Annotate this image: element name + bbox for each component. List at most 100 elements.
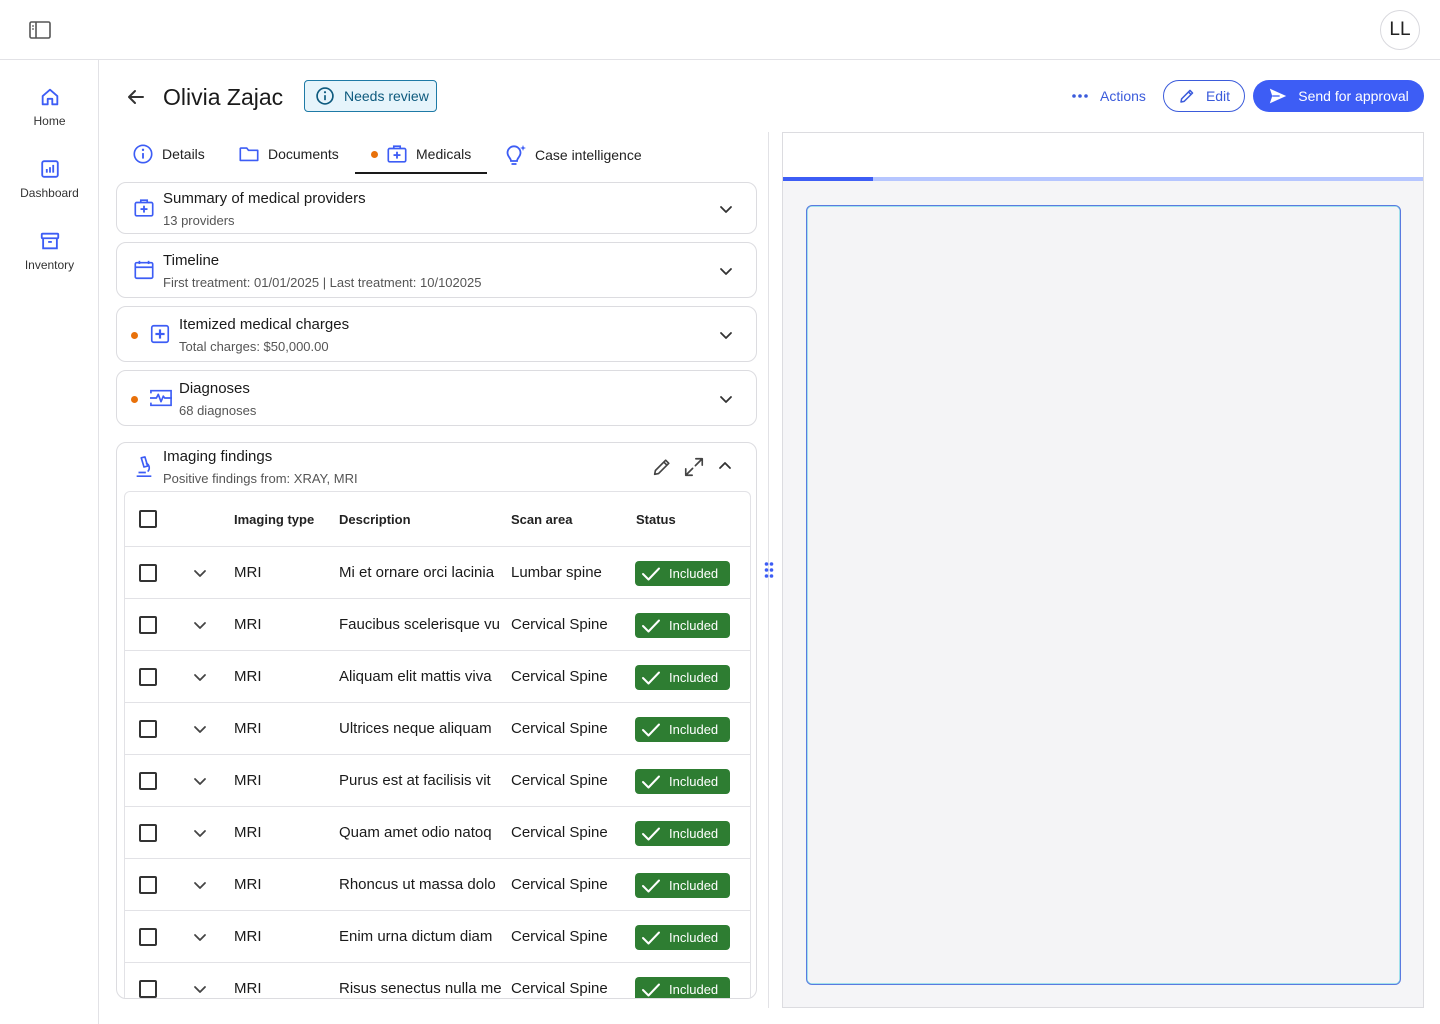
- nav-item-inventory[interactable]: Inventory: [0, 230, 99, 290]
- approve-label: Send for approval: [1298, 88, 1409, 104]
- cell-description: Rhoncus ut massa dolo: [339, 876, 496, 893]
- pencil-icon: [1178, 87, 1196, 105]
- row-checkbox[interactable]: [139, 668, 157, 686]
- accordion-diagnoses[interactable]: Diagnoses 68 diagnoses: [116, 370, 757, 426]
- status-label: Included: [669, 774, 719, 789]
- tab-details[interactable]: Details: [132, 140, 205, 174]
- row-checkbox[interactable]: [139, 720, 157, 738]
- chevron-down-icon: [718, 391, 734, 407]
- chevron-down-icon[interactable]: [192, 773, 208, 789]
- status-badge: Included: [635, 561, 730, 586]
- accordion-title: Diagnoses: [179, 380, 250, 397]
- table-row[interactable]: MRI Aliquam elit mattis viva Cervical Spin…: [125, 651, 750, 703]
- folder-icon: [238, 143, 260, 165]
- check-icon: [641, 670, 661, 686]
- cell-imaging-type: MRI: [234, 564, 262, 581]
- status-label: Included: [669, 826, 719, 841]
- chevron-down-icon[interactable]: [192, 825, 208, 841]
- row-checkbox[interactable]: [139, 928, 157, 946]
- chevron-down-icon[interactable]: [192, 669, 208, 685]
- document-viewer[interactable]: [806, 205, 1401, 985]
- table-row[interactable]: MRI Risus senectus nulla me Cervical Spine…: [125, 963, 750, 998]
- row-checkbox[interactable]: [139, 876, 157, 894]
- edit-button[interactable]: Edit: [1163, 80, 1245, 112]
- check-icon: [641, 878, 661, 894]
- cell-imaging-type: MRI: [234, 720, 262, 737]
- accordion-medical-providers[interactable]: Summary of medical providers 13 provider…: [116, 182, 757, 234]
- accordion-subtitle: First treatment: 01/01/2025 | Last treat…: [163, 275, 482, 290]
- table-row[interactable]: MRI Rhoncus ut massa dolo Cervical Spine In…: [125, 859, 750, 911]
- row-checkbox[interactable]: [139, 616, 157, 634]
- column-header-status: Status: [636, 512, 676, 527]
- tab-documents[interactable]: Documents: [238, 140, 339, 174]
- sidebar-toggle-icon[interactable]: [28, 19, 52, 41]
- accordion-subtitle: Positive findings from: XRAY, MRI: [163, 471, 358, 486]
- check-icon: [641, 930, 661, 946]
- status-badge: Included: [635, 873, 730, 898]
- chevron-down-icon: [718, 263, 734, 279]
- row-checkbox[interactable]: [139, 772, 157, 790]
- chevron-down-icon[interactable]: [192, 877, 208, 893]
- table-row[interactable]: MRI Faucibus scelerisque vu Cervical Spine…: [125, 599, 750, 651]
- chevron-down-icon[interactable]: [192, 721, 208, 737]
- row-checkbox[interactable]: [139, 824, 157, 842]
- send-for-approval-button[interactable]: Send for approval: [1253, 80, 1424, 112]
- info-icon: [132, 143, 154, 165]
- nav-item-home[interactable]: Home: [0, 86, 99, 146]
- chevron-down-icon[interactable]: [192, 929, 208, 945]
- user-avatar[interactable]: LL: [1380, 10, 1420, 50]
- cell-scan-area: Cervical Spine: [511, 772, 608, 789]
- select-all-checkbox[interactable]: [139, 510, 157, 528]
- tab-label: Medicals: [416, 146, 472, 162]
- status-label: Included: [669, 982, 719, 997]
- chevron-down-icon[interactable]: [192, 981, 208, 997]
- chevron-down-icon: [718, 201, 734, 217]
- alert-dot: [131, 396, 138, 403]
- drag-handle-icon[interactable]: [763, 561, 775, 579]
- accordion-title: Summary of medical providers: [163, 190, 366, 207]
- chevron-down-icon[interactable]: [192, 617, 208, 633]
- accordion-title: Itemized medical charges: [179, 316, 350, 333]
- status-badge: Included: [635, 769, 730, 794]
- row-checkbox[interactable]: [139, 564, 157, 582]
- cell-scan-area: Cervical Spine: [511, 668, 608, 685]
- table-row[interactable]: MRI Quam amet odio natoq Cervical Spine Inc…: [125, 807, 750, 859]
- loading-progress-fill: [783, 177, 873, 181]
- cell-description: Risus senectus nulla me: [339, 980, 502, 997]
- status-badge: Included: [635, 665, 730, 690]
- actions-label: Actions: [1100, 88, 1146, 104]
- tab-label: Case intelligence: [535, 147, 642, 163]
- top-bar: LL: [0, 0, 1440, 60]
- nav-item-dashboard[interactable]: Dashboard: [0, 158, 99, 218]
- microscope-icon: [133, 455, 155, 479]
- dashboard-icon: [0, 158, 99, 180]
- cell-scan-area: Cervical Spine: [511, 720, 608, 737]
- table-row[interactable]: MRI Ultrices neque aliquam Cervical Spine I…: [125, 703, 750, 755]
- table-row[interactable]: MRI Purus est at facilisis vit Cervical Sp…: [125, 755, 750, 807]
- tab-label: Details: [162, 146, 205, 162]
- page-title: Olivia Zajac: [163, 84, 284, 110]
- status-label: Included: [669, 878, 719, 893]
- actions-button[interactable]: Actions: [1070, 82, 1146, 110]
- accordion-subtitle: 13 providers: [163, 213, 235, 228]
- cell-description: Purus est at facilisis vit: [339, 772, 491, 789]
- expand-icon[interactable]: [683, 456, 705, 478]
- table-header: Imaging type Description Scan area Statu…: [125, 492, 750, 547]
- cell-description: Mi et ornare orci lacinia: [339, 564, 495, 581]
- chevron-down-icon[interactable]: [192, 565, 208, 581]
- chevron-up-icon[interactable]: [717, 458, 733, 474]
- pencil-icon[interactable]: [651, 456, 673, 478]
- row-checkbox[interactable]: [139, 980, 157, 998]
- send-icon: [1268, 87, 1288, 105]
- table-row[interactable]: MRI Enim urna dictum diam Cervical Spine In…: [125, 911, 750, 963]
- table-row[interactable]: MRI Mi et ornare orci lacinia Lumbar spine…: [125, 547, 750, 599]
- accordion-itemized-charges[interactable]: Itemized medical charges Total charges: …: [116, 306, 757, 362]
- back-arrow-icon[interactable]: [124, 85, 148, 109]
- home-icon: [0, 86, 99, 108]
- column-header-scan-area: Scan area: [511, 512, 573, 527]
- cell-description: Enim urna dictum diam: [339, 928, 493, 945]
- tab-medicals[interactable]: Medicals: [355, 140, 487, 174]
- tab-case-intelligence[interactable]: Case intelligence: [503, 140, 642, 174]
- accordion-timeline[interactable]: Timeline First treatment: 01/01/2025 | L…: [116, 242, 757, 298]
- accordion-subtitle: Total charges: $50,000.00: [179, 339, 329, 354]
